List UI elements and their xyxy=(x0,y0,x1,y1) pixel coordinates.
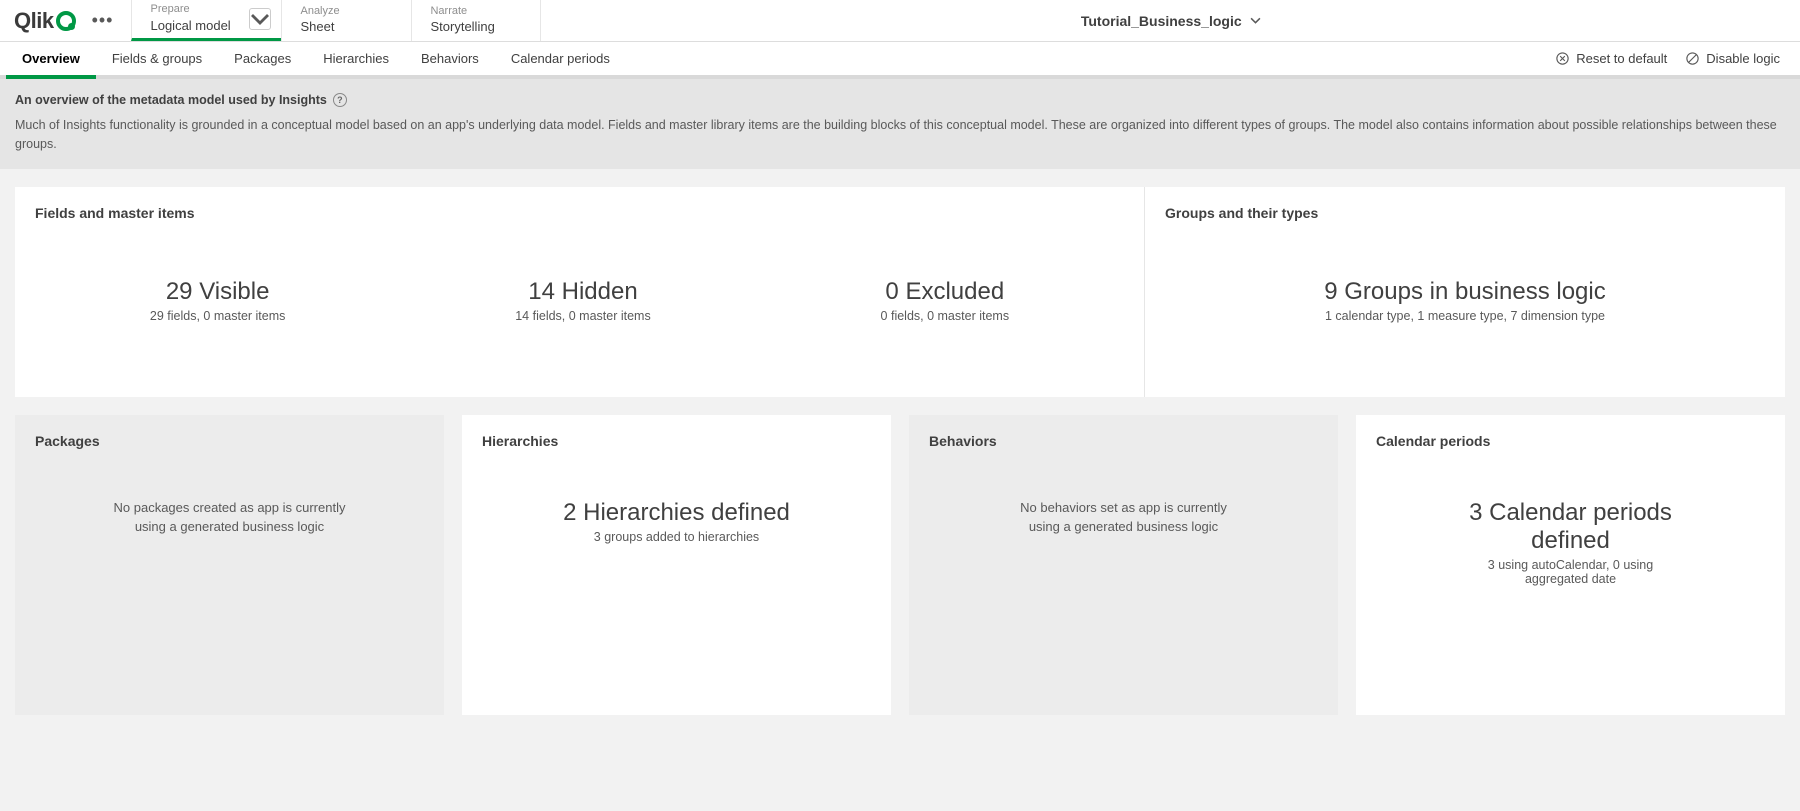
nav-tab-bot: Sheet xyxy=(300,19,393,36)
logo-text: Qlik xyxy=(14,8,54,34)
description-title: An overview of the metadata model used b… xyxy=(15,91,327,110)
stat-sub: 0 fields, 0 master items xyxy=(881,309,1010,323)
behaviors-card: Behaviors No behaviors set as app is cur… xyxy=(909,415,1338,715)
nav-tab-top: Prepare xyxy=(150,3,241,16)
cards-row-1: Fields and master items 29 Visible 29 fi… xyxy=(15,187,1785,397)
calendar-body: 3 Calendar periods defined 3 using autoC… xyxy=(1376,449,1765,697)
nav-tab-analyze[interactable]: Analyze Sheet xyxy=(281,0,411,41)
hierarchies-body: 2 Hierarchies defined 3 groups added to … xyxy=(482,449,871,697)
card-title: Hierarchies xyxy=(482,433,871,449)
card-title: Fields and master items xyxy=(35,205,1124,221)
fields-card: Fields and master items 29 Visible 29 fi… xyxy=(15,187,1145,397)
subnav-overview[interactable]: Overview xyxy=(6,42,96,75)
stat-big: 2 Hierarchies defined xyxy=(563,499,790,527)
groups-stats: 9 Groups in business logic 1 calendar ty… xyxy=(1165,221,1765,379)
hierarchies-card: Hierarchies 2 Hierarchies defined 3 grou… xyxy=(462,415,891,715)
stat-hidden: 14 Hidden 14 fields, 0 master items xyxy=(515,278,650,323)
card-title: Calendar periods xyxy=(1376,433,1765,449)
card-title: Packages xyxy=(35,433,424,449)
subnav-calendar[interactable]: Calendar periods xyxy=(495,42,626,75)
card-title: Groups and their types xyxy=(1165,205,1765,221)
nav-tab-bot: Storytelling xyxy=(430,19,522,36)
stat-groups: 9 Groups in business logic 1 calendar ty… xyxy=(1324,278,1605,323)
logo-region: Qlik ••• xyxy=(0,0,131,41)
top-bar: Qlik ••• Prepare Logical model Analyze S… xyxy=(0,0,1800,42)
nav-tabs: Prepare Logical model Analyze Sheet Narr… xyxy=(131,0,541,41)
subnav-behaviors[interactable]: Behaviors xyxy=(405,42,495,75)
subnav-fields[interactable]: Fields & groups xyxy=(96,42,218,75)
description-body: Much of Insights functionality is ground… xyxy=(15,116,1785,154)
logo-icon xyxy=(56,11,76,31)
disable-button[interactable]: Disable logic xyxy=(1685,51,1780,66)
fields-stats: 29 Visible 29 fields, 0 master items 14 … xyxy=(35,221,1124,379)
packages-message: No packages created as app is currently … xyxy=(110,449,350,697)
reset-button[interactable]: Reset to default xyxy=(1555,51,1667,66)
stat-big: 0 Excluded xyxy=(881,278,1010,306)
stat-sub: 29 fields, 0 master items xyxy=(150,309,285,323)
help-icon[interactable]: ? xyxy=(333,93,347,107)
stat-visible: 29 Visible 29 fields, 0 master items xyxy=(150,278,285,323)
nav-tab-top: Analyze xyxy=(300,5,393,18)
subnav-right: Reset to default Disable logic xyxy=(1555,51,1800,66)
stat-big: 9 Groups in business logic xyxy=(1324,278,1605,306)
stat-big: 14 Hidden xyxy=(515,278,650,306)
app-title-text: Tutorial_Business_logic xyxy=(1081,13,1242,29)
more-icon[interactable]: ••• xyxy=(86,10,120,31)
chevron-down-icon xyxy=(1250,15,1261,26)
app-title[interactable]: Tutorial_Business_logic xyxy=(541,0,1800,41)
disable-label: Disable logic xyxy=(1706,51,1780,66)
chevron-down-icon[interactable] xyxy=(249,8,271,30)
stat-sub: 14 fields, 0 master items xyxy=(515,309,650,323)
qlik-logo[interactable]: Qlik xyxy=(14,8,76,34)
stat-excluded: 0 Excluded 0 fields, 0 master items xyxy=(881,278,1010,323)
subnav-packages[interactable]: Packages xyxy=(218,42,307,75)
card-title: Behaviors xyxy=(929,433,1318,449)
packages-card: Packages No packages created as app is c… xyxy=(15,415,444,715)
nav-tab-narrate[interactable]: Narrate Storytelling xyxy=(411,0,541,41)
description-area: An overview of the metadata model used b… xyxy=(0,79,1800,169)
groups-card: Groups and their types 9 Groups in busin… xyxy=(1145,187,1785,397)
nav-tab-prepare[interactable]: Prepare Logical model xyxy=(131,0,281,41)
stat-sub: 3 using autoCalendar, 0 using aggregated… xyxy=(1461,558,1681,586)
nav-tab-bot: Logical model xyxy=(150,18,241,35)
stat-sub: 3 groups added to hierarchies xyxy=(594,530,759,544)
disable-icon xyxy=(1685,51,1700,66)
subnav: Overview Fields & groups Packages Hierar… xyxy=(0,42,1800,79)
description-title-row: An overview of the metadata model used b… xyxy=(15,91,1785,110)
calendar-card: Calendar periods 3 Calendar periods defi… xyxy=(1356,415,1785,715)
stat-big: 3 Calendar periods defined xyxy=(1461,499,1681,555)
cards-row-2: Packages No packages created as app is c… xyxy=(15,415,1785,715)
nav-tab-top: Narrate xyxy=(430,5,522,18)
reset-label: Reset to default xyxy=(1576,51,1667,66)
stat-big: 29 Visible xyxy=(150,278,285,306)
stat-sub: 1 calendar type, 1 measure type, 7 dimen… xyxy=(1324,309,1605,323)
behaviors-message: No behaviors set as app is currently usi… xyxy=(1004,449,1244,697)
reset-icon xyxy=(1555,51,1570,66)
subnav-hierarchies[interactable]: Hierarchies xyxy=(307,42,405,75)
